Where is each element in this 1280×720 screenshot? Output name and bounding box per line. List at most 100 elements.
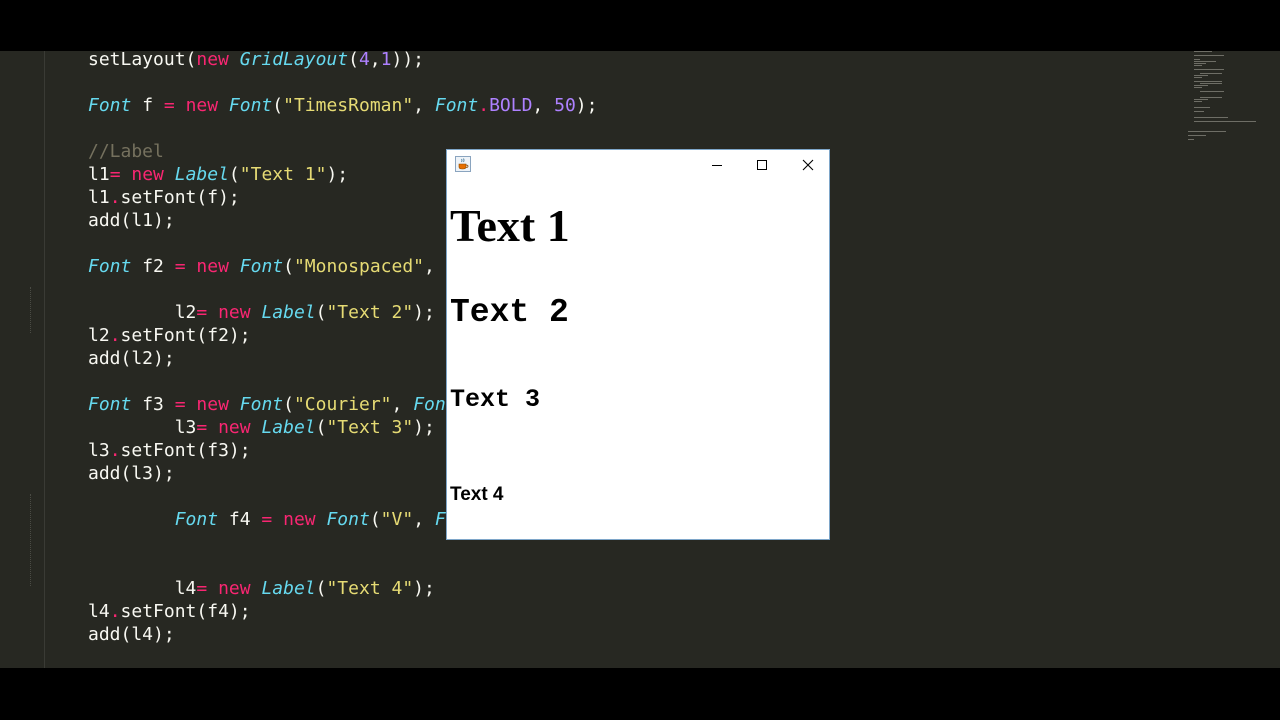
java-app-window[interactable]: Text 1 Text 2 Text 3 Text 4	[446, 149, 830, 540]
maximize-button[interactable]	[739, 150, 785, 180]
code-token: add(l2);	[88, 348, 175, 369]
code-token: ));	[391, 51, 424, 70]
code-token: BOLD	[489, 95, 533, 116]
code-token: .	[109, 440, 121, 461]
code-line[interactable]: l4= new Label("Text 4");	[88, 577, 597, 600]
code-token: "V"	[380, 509, 414, 530]
code-token: .	[109, 601, 121, 622]
code-token: "TimesRoman"	[283, 95, 414, 116]
code-token: l3	[174, 417, 197, 438]
code-token: Font	[434, 95, 479, 116]
code-token: new	[218, 578, 251, 599]
code-token: (	[283, 256, 294, 277]
code-token: l1	[88, 164, 110, 185]
label-text-2: Text 2	[450, 294, 569, 331]
close-button[interactable]	[785, 150, 831, 180]
code-token: =	[196, 578, 208, 599]
code-token: F	[434, 509, 446, 530]
indent-guide	[30, 494, 31, 586]
code-token: Font	[88, 95, 132, 116]
code-line[interactable]: add(l4);	[88, 623, 597, 646]
code-token: (	[228, 164, 240, 185]
code-token: .	[109, 187, 121, 208]
code-token: ,	[413, 95, 435, 116]
code-token: add(l4);	[88, 624, 175, 645]
code-token: "Monospaced"	[293, 256, 425, 277]
code-token: f4	[218, 509, 262, 530]
code-token: add(l1);	[88, 210, 175, 231]
code-token: );	[326, 164, 349, 185]
code-line[interactable]	[88, 117, 597, 140]
code-token: "Text 4"	[326, 578, 414, 599]
code-token: (	[348, 51, 359, 70]
label-text-1: Text 1	[450, 200, 570, 251]
code-token: Label	[261, 578, 316, 599]
code-token: "Text 1"	[239, 164, 327, 185]
code-token: );	[413, 417, 435, 438]
code-token: 4	[358, 51, 370, 70]
code-line[interactable]: l4.setFont(f4);	[88, 600, 597, 623]
code-token: Font	[239, 256, 284, 277]
code-token: new	[131, 164, 164, 185]
code-token: 50	[554, 95, 576, 116]
code-line[interactable]: setLayout(new GridLayout(4,1));	[88, 51, 597, 71]
code-token: (	[283, 394, 294, 415]
code-token: "Courier"	[293, 394, 392, 415]
code-token: =	[163, 95, 175, 116]
code-token: Label	[174, 164, 229, 185]
code-token: Label	[261, 417, 316, 438]
code-token: =	[196, 302, 208, 323]
code-token: l3	[88, 440, 110, 461]
title-bar[interactable]	[447, 150, 829, 180]
code-token: Label	[261, 302, 316, 323]
close-icon	[802, 156, 814, 175]
code-token: );	[575, 95, 598, 116]
code-line[interactable]: Font f = new Font("TimesRoman", Font.BOL…	[88, 94, 597, 117]
code-token: ,	[532, 95, 555, 116]
code-token: =	[261, 509, 273, 530]
code-token: //Label	[88, 141, 164, 162]
code-token: new	[218, 302, 251, 323]
code-token: (	[315, 302, 327, 323]
code-token: );	[413, 302, 435, 323]
code-token: .	[109, 325, 121, 346]
code-line[interactable]	[88, 554, 597, 577]
code-token: f3	[131, 394, 175, 415]
code-token: new	[185, 95, 219, 116]
code-token: Font	[326, 509, 370, 530]
code-token: setFont(f3);	[120, 440, 251, 461]
code-token: );	[413, 578, 435, 599]
code-line[interactable]	[88, 71, 597, 94]
code-token: new	[196, 256, 229, 277]
code-token: new	[218, 417, 251, 438]
code-token: =	[196, 417, 208, 438]
code-token: Font	[228, 95, 273, 116]
minimap[interactable]	[1188, 51, 1268, 151]
code-token: f2	[131, 256, 175, 277]
label-text-3: Text 3	[450, 385, 541, 414]
code-token: l4	[88, 601, 110, 622]
code-token: new	[283, 509, 316, 530]
code-token: ,	[369, 51, 381, 70]
code-token: new	[196, 394, 229, 415]
code-token: Font	[88, 256, 132, 277]
code-token: new	[196, 51, 229, 70]
code-token: ,	[413, 509, 435, 530]
code-token: "Text 3"	[326, 417, 414, 438]
label-text-4: Text 4	[450, 484, 504, 505]
minimize-button[interactable]	[694, 150, 740, 180]
